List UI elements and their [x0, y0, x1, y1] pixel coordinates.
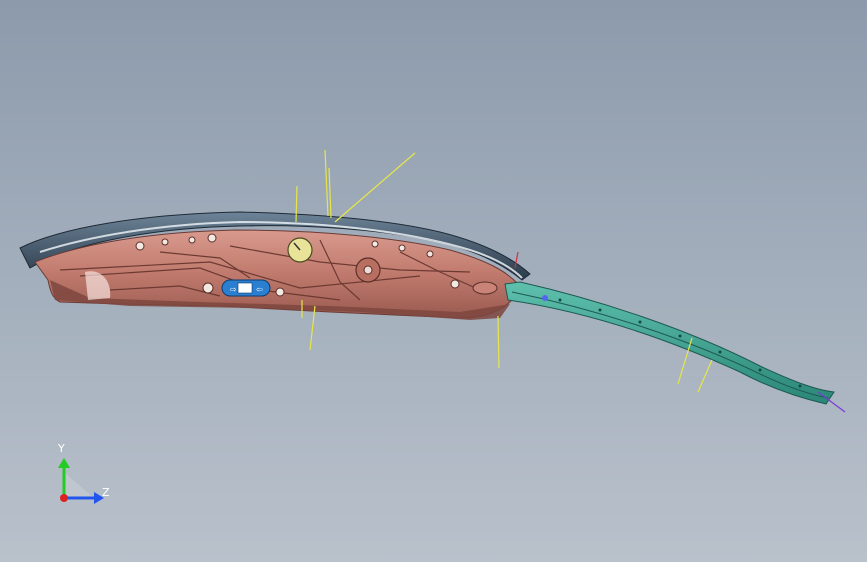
- part-badge: ⇨ ⇦: [221, 279, 271, 297]
- end-connector: [472, 281, 498, 295]
- roof-rail[interactable]: [504, 281, 835, 405]
- axis-triad: [58, 458, 104, 504]
- triad-x-origin: [60, 494, 68, 502]
- triad-z-label: Z: [102, 486, 110, 499]
- cad-3d-viewport[interactable]: ⇨ ⇦: [0, 0, 867, 562]
- cad-part-assembly[interactable]: ⇨ ⇦: [19, 211, 531, 320]
- triad-plane-indicator: [64, 472, 96, 500]
- svg-text:⇦: ⇦: [256, 285, 263, 294]
- triad-y-label: Y: [58, 442, 65, 455]
- svg-text:⇨: ⇨: [230, 285, 237, 294]
- rail-marker: [542, 295, 548, 301]
- triad-y-arrow: [58, 458, 70, 468]
- rail-body: [504, 281, 835, 405]
- boss-center: [363, 265, 373, 275]
